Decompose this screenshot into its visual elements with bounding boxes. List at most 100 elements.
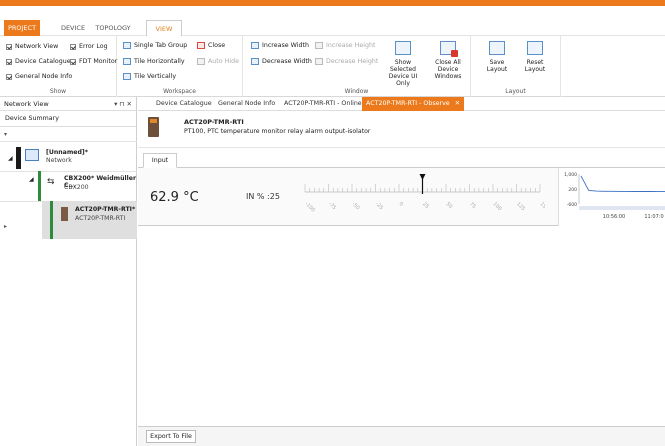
tab-device[interactable]: DEVICE (58, 20, 88, 36)
checked-icon (6, 43, 12, 50)
tile-horizontal-icon (123, 58, 131, 65)
trend-series-line (580, 175, 665, 193)
close-tab-icon[interactable]: ✕ (455, 100, 460, 107)
decrease-width-icon (251, 58, 259, 65)
general-node-info-checkbox[interactable]: General Node Info (6, 73, 72, 80)
gauge-tick-label: -100 (304, 201, 316, 213)
y-tick-label: -600 (567, 202, 577, 208)
device-name: ACT20P-TMR-RTI (184, 118, 244, 126)
panel-header: Network View ▾ ⊓ ✕ (0, 97, 136, 111)
increase-height-icon (315, 42, 323, 49)
divider (0, 141, 137, 142)
status-bar-green (38, 171, 41, 201)
usb-icon: ⇆ (47, 177, 55, 187)
auto-hide-button[interactable]: Auto Hide (197, 58, 239, 65)
single-tab-group-button[interactable]: Single Tab Group (123, 42, 187, 49)
cbx-node-type: CBX200 (64, 184, 89, 191)
input-percent-value: IN % :25 (246, 192, 280, 201)
network-view-checkbox[interactable]: Network View (6, 43, 58, 50)
reset-layout-button[interactable]: Reset Layout (521, 41, 549, 73)
network-bar (16, 147, 21, 169)
chart-scrollbar[interactable] (579, 206, 665, 210)
tile-vertically-button[interactable]: Tile Vertically (123, 73, 176, 80)
divider (0, 171, 137, 172)
doc-tab-online[interactable]: ACT20P-TMR-RTI - Online (284, 97, 362, 111)
linear-gauge: -100 -75 -50 -25 0 25 50 75 100 125 150 (304, 174, 545, 213)
x-tick-label: 10:56:00 (603, 214, 625, 220)
act-node-type: ACT20P-TMR-RTI (75, 215, 126, 222)
measurement-panel: 62.9 °C IN % :25 -100 -75 -50 -25 0 25 50 75 100… (138, 168, 665, 226)
increase-width-icon (251, 42, 259, 49)
gauge-tick-label: 100 (492, 201, 503, 212)
gauge-tick-label: -75 (327, 201, 337, 211)
collapse-cbx-icon[interactable]: ◢ (29, 176, 34, 183)
decrease-height-button[interactable]: Decrease Height (315, 58, 378, 65)
network-node-name[interactable]: [Unnamed]* (46, 149, 88, 156)
gauge-tick-label: 50 (445, 201, 454, 210)
increase-width-button[interactable]: Increase Width (251, 42, 309, 49)
trend-chart-svg: 1,000 200 -600 10:56:00 11:07:0 (564, 172, 665, 220)
close-icon (197, 42, 205, 49)
decrease-width-button[interactable]: Decrease Width (251, 58, 312, 65)
group-label-show: Show (49, 88, 67, 95)
error-log-checkbox[interactable]: Error Log (70, 43, 108, 50)
device-icon (61, 207, 68, 221)
panel-controls[interactable]: ▾ ⊓ ✕ (114, 97, 132, 111)
y-tick-label: 1,000 (564, 172, 577, 178)
window-icon (395, 41, 411, 55)
close-all-device-windows-button[interactable]: Close All Device Windows (426, 41, 470, 80)
device-header: ACT20P-TMR-RTI PT100, PTC temperature mo… (138, 111, 665, 148)
gauge-tick-label: -25 (374, 201, 384, 211)
decrease-height-icon (315, 58, 323, 65)
tab-input[interactable]: Input (143, 153, 177, 168)
panel-title: Network View (4, 100, 49, 108)
reset-layout-icon (527, 41, 543, 55)
expand-arrow-icon[interactable]: ▾ (4, 131, 7, 138)
doc-tab-general-node-info[interactable]: General Node Info (218, 97, 275, 111)
network-node-type: Network (46, 157, 72, 164)
network-icon (25, 149, 39, 161)
ribbon-group-window: Increase Width Decrease Width Increase H… (243, 36, 471, 97)
show-selected-device-button[interactable]: Show Selected Device UI Only (381, 41, 425, 87)
footer-bar: Export To File (138, 426, 665, 446)
close-windows-icon (440, 41, 458, 57)
collapse-network-icon[interactable]: ◢ (8, 155, 13, 162)
close-window-button[interactable]: Close (197, 42, 225, 49)
gauge-tick-label: 150 (539, 201, 545, 212)
act-node-name[interactable]: ACT20P-TMR-RTI* (75, 206, 135, 213)
gauge-tick-label: 25 (421, 201, 430, 210)
doc-tab-device-catalogue[interactable]: Device Catalogue (156, 97, 212, 111)
checked-icon (70, 43, 76, 50)
device-summary-tab[interactable]: Device Summary (0, 111, 136, 127)
checked-icon (6, 58, 12, 65)
doc-tab-observe[interactable]: ACT20P-TMR-RTI - Observe ✕ (362, 97, 464, 111)
ribbon-tabs: PROJECT DEVICE TOPOLOGY VIEW (0, 20, 665, 37)
status-bar-green (50, 201, 53, 239)
sub-tabs: Input (138, 152, 665, 168)
device-catalogue-checkbox[interactable]: Device Catalogue (6, 58, 71, 65)
tab-project[interactable]: PROJECT (4, 20, 40, 36)
save-layout-button[interactable]: Save Layout (483, 41, 511, 73)
group-label-window: Window (344, 88, 369, 95)
tab-view[interactable]: VIEW (146, 20, 182, 37)
trend-chart: 1,000 200 -600 10:56:00 11:07:0 (558, 168, 665, 226)
network-tree: ▾ ◢ [Unnamed]* Network ◢ ⇆ CBX200* Weidm… (0, 127, 137, 446)
y-tick-label: 200 (568, 187, 577, 193)
save-layout-icon (489, 41, 505, 55)
checked-icon (70, 58, 76, 65)
export-to-file-button[interactable]: Export To File (146, 430, 196, 443)
temperature-value: 62.9 °C (150, 190, 199, 205)
fdt-monitor-checkbox[interactable]: FDT Monitor (70, 58, 117, 65)
checked-icon (6, 73, 12, 80)
device-description: PT100, PTC temperature monitor relay ala… (184, 128, 371, 135)
x-tick-label: 11:07:0 (644, 214, 663, 220)
expand-arrow-icon[interactable]: ▸ (4, 223, 7, 230)
main-content-area (138, 226, 665, 426)
ribbon-group-workspace: Single Tab Group Tile Horizontally Tile … (117, 36, 243, 97)
gauge-tick-label: 75 (468, 201, 477, 210)
increase-height-button[interactable]: Increase Height (315, 42, 375, 49)
tile-horizontally-button[interactable]: Tile Horizontally (123, 58, 185, 65)
tab-topology[interactable]: TOPOLOGY (92, 20, 134, 36)
group-label-workspace: Workspace (163, 88, 196, 95)
gauge-tick-label: 0 (398, 201, 404, 207)
